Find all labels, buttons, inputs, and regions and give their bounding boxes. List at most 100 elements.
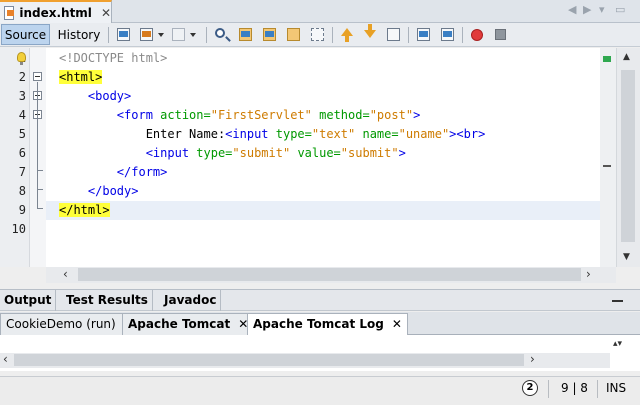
shift-line-right-icon[interactable] xyxy=(439,26,457,44)
caret-position-marker xyxy=(603,165,611,167)
code-editor[interactable]: <!DOCTYPE html> <html> <body> <form actio… xyxy=(46,48,600,267)
close-tab-icon[interactable]: ✕ xyxy=(101,6,111,20)
code-token: > xyxy=(413,108,421,122)
run-tab-apache-tomcat[interactable]: Apache Tomcat ✕ xyxy=(122,313,255,335)
run-tab-apache-tomcat-log[interactable]: Apache Tomcat Log ✕ xyxy=(247,313,408,335)
code-line[interactable]: <body> xyxy=(46,87,600,106)
toolbar-separator xyxy=(206,27,207,43)
tab-test-results[interactable]: Test Results xyxy=(62,290,153,311)
line-number: 4 xyxy=(18,108,26,122)
output-scroll-arrows-icon[interactable]: ▴▾ xyxy=(613,339,622,349)
scroll-left-arrow-icon[interactable]: ‹ xyxy=(63,267,68,281)
insert-mode[interactable]: INS xyxy=(606,381,626,395)
code-line[interactable]: </form> xyxy=(46,163,600,182)
code-line[interactable] xyxy=(46,220,600,239)
scroll-tabs-left-icon[interactable]: ◀ xyxy=(568,3,576,16)
source-view-button[interactable]: Source xyxy=(1,24,50,45)
horizontal-scroll-thumb[interactable] xyxy=(78,268,581,281)
code-token: value= xyxy=(297,146,341,160)
start-macro-recording-icon[interactable] xyxy=(468,26,486,44)
tab-javadoc[interactable]: Javadoc xyxy=(160,290,222,311)
scroll-right-arrow-icon[interactable]: › xyxy=(530,352,535,366)
toolbar-separator xyxy=(408,27,409,43)
vertical-scroll-thumb[interactable] xyxy=(621,70,635,242)
toggle-bookmark-icon[interactable] xyxy=(385,26,403,44)
toolbar-separator xyxy=(332,27,333,43)
line-number-gutter: 1 2 3 4 5 6 7 8 9 10 xyxy=(0,48,30,267)
code-token: "uname" xyxy=(398,127,450,141)
code-token: > xyxy=(398,146,406,160)
find-icon[interactable] xyxy=(213,26,231,44)
scroll-down-arrow-icon[interactable]: ▼ xyxy=(623,252,630,262)
close-icon[interactable]: ✕ xyxy=(392,317,402,331)
notifications-icon[interactable]: 2 xyxy=(522,380,538,396)
next-bookmark-icon[interactable] xyxy=(361,24,379,44)
code-token: "submit" xyxy=(340,146,399,160)
caret-position: 9 | 8 xyxy=(561,381,588,395)
code-token: <input xyxy=(145,146,197,160)
run-tab-label: Apache Tomcat Log xyxy=(253,317,384,331)
last-edit-icon[interactable] xyxy=(115,26,133,44)
editor-tab-label: index.html xyxy=(19,5,92,20)
toggle-highlight-icon[interactable] xyxy=(285,26,303,44)
code-token: <!DOCTYPE html> xyxy=(59,51,168,65)
html-file-icon xyxy=(4,5,15,20)
hint-lightbulb-icon[interactable] xyxy=(17,52,26,65)
toggle-rect-selection-icon[interactable] xyxy=(309,26,327,44)
line-number: 2 xyxy=(18,70,26,84)
code-token: "post" xyxy=(369,108,414,122)
toolbar-separator xyxy=(108,27,109,43)
code-line[interactable]: </body> xyxy=(46,182,600,201)
code-line[interactable]: <input type="submit" value="submit"> xyxy=(46,144,600,163)
previous-bookmark-icon[interactable] xyxy=(338,26,356,44)
restore-window-icon[interactable]: ▭ xyxy=(615,3,625,16)
tab-list-menu-icon[interactable]: ▾ xyxy=(599,3,605,16)
run-tab-label: Apache Tomcat xyxy=(128,317,231,331)
code-token: <form xyxy=(116,108,161,122)
line-number: 9 xyxy=(18,203,26,217)
line-number: 6 xyxy=(18,146,26,160)
forward-icon[interactable] xyxy=(170,26,196,44)
error-stripe xyxy=(600,48,616,267)
scroll-right-arrow-icon[interactable]: › xyxy=(586,267,591,281)
code-token: "FirstServlet" xyxy=(210,108,312,122)
code-token: </html> xyxy=(59,203,110,217)
shift-line-left-icon[interactable] xyxy=(415,26,433,44)
code-token: ><br> xyxy=(449,127,486,141)
line-number: 10 xyxy=(11,222,26,236)
toolbar-separator xyxy=(462,27,463,43)
code-token: name= xyxy=(362,127,399,141)
scroll-up-arrow-icon[interactable]: ▲ xyxy=(623,52,630,62)
output-run-tabs: CookieDemo (run)✕ Apache Tomcat✕ Apache … xyxy=(0,312,640,335)
code-token: </form> xyxy=(116,165,168,179)
run-tab-label: CookieDemo (run) xyxy=(6,317,116,331)
code-line[interactable]: <!DOCTYPE html> xyxy=(46,49,600,68)
run-tab-cookiedemo[interactable]: CookieDemo (run)✕ xyxy=(0,313,140,335)
editor-tab-strip: index.html ✕ ◀ ▶ ▾ ▭ xyxy=(0,0,640,23)
fold-collapse-icon[interactable] xyxy=(33,72,42,81)
fold-end-marker xyxy=(37,208,43,209)
code-token: </body> xyxy=(87,184,139,198)
minimize-icon[interactable] xyxy=(612,300,623,302)
stop-macro-recording-icon[interactable] xyxy=(492,26,510,44)
code-line[interactable]: <form action="FirstServlet" method="post… xyxy=(46,106,600,125)
editor-tab-index-html[interactable]: index.html ✕ xyxy=(0,0,112,23)
scroll-left-arrow-icon[interactable]: ‹ xyxy=(3,352,8,366)
find-previous-icon[interactable] xyxy=(237,26,255,44)
status-divider xyxy=(597,380,598,398)
scroll-tabs-right-icon[interactable]: ▶ xyxy=(583,3,591,16)
back-icon[interactable] xyxy=(138,26,164,44)
tab-output[interactable]: Output xyxy=(0,290,57,311)
code-line[interactable]: <html> xyxy=(46,68,600,87)
find-next-icon[interactable] xyxy=(261,26,279,44)
output-scroll-thumb[interactable] xyxy=(14,354,524,366)
no-errors-marker[interactable] xyxy=(603,56,611,62)
code-line[interactable]: </html> xyxy=(46,201,600,220)
history-view-button[interactable]: History xyxy=(54,24,104,45)
code-line[interactable]: Enter Name:<input type="text" name="unam… xyxy=(46,125,600,144)
code-token: <body> xyxy=(87,89,132,103)
